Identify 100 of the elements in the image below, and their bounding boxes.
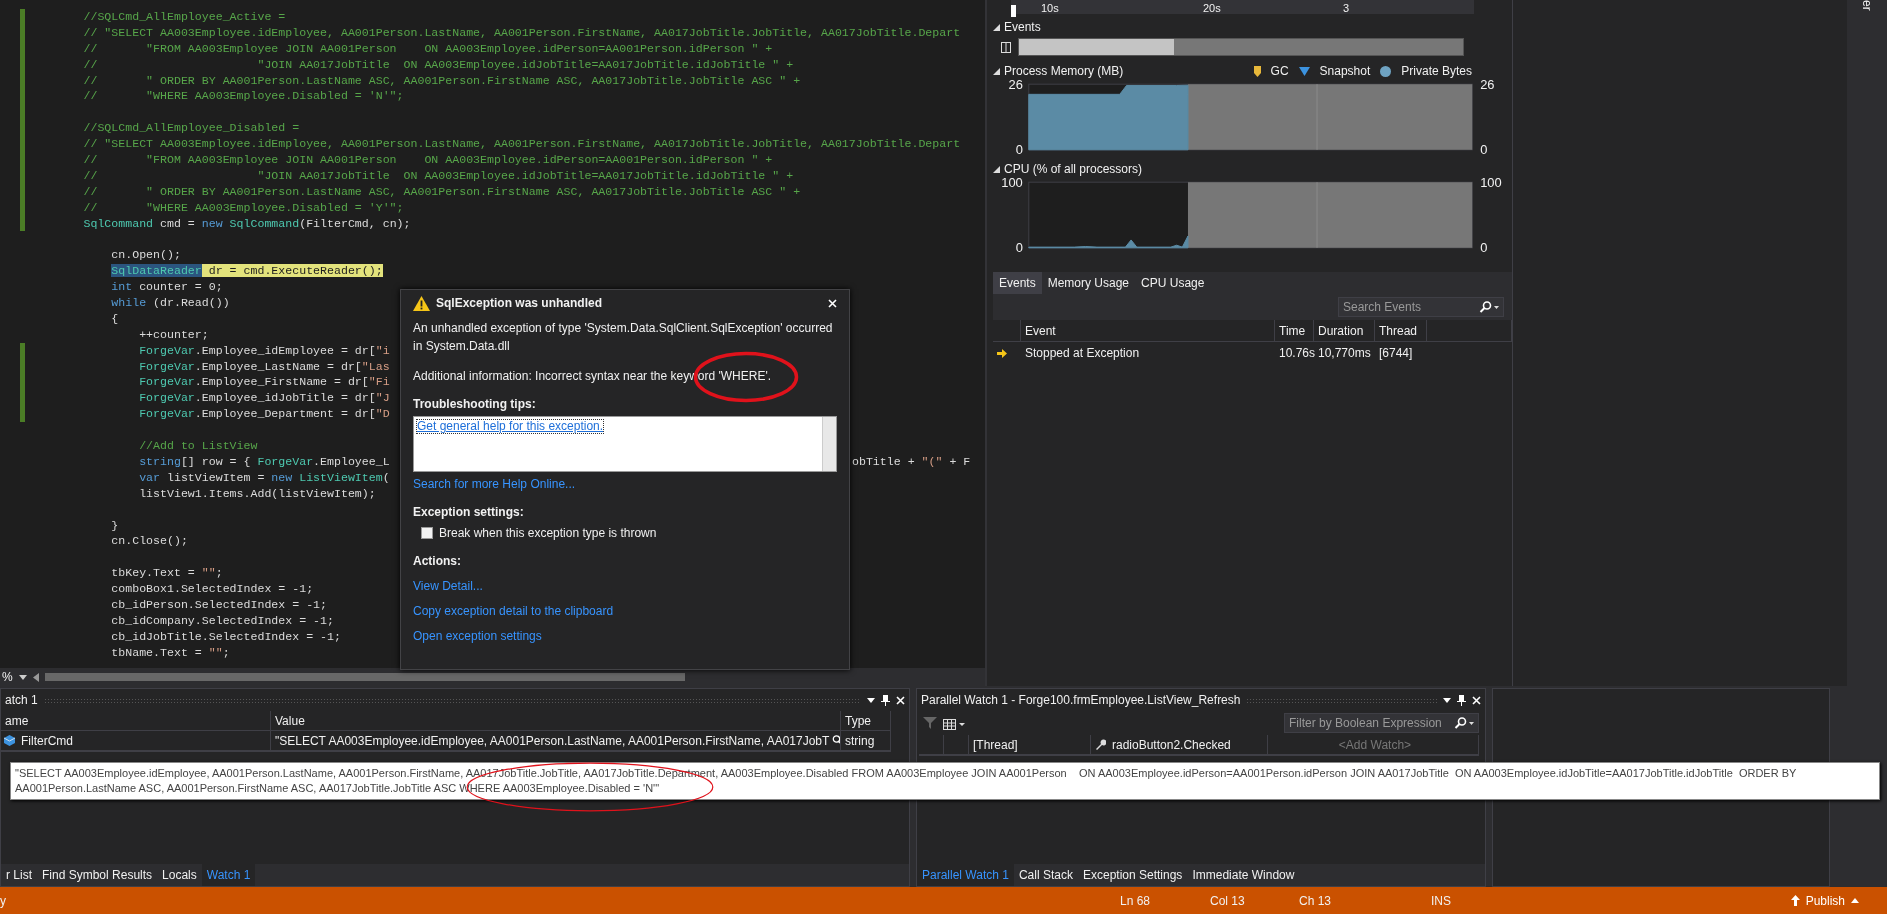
code-line: // "SELECT AA003Employee.idEmployee, AA001Person.LastName, AA001Person.FirstName, AA017JobTitle.JobTitle, AA017JobTitle.Depart — [83, 137, 961, 151]
tab[interactable]: Exception Settings — [1077, 864, 1188, 886]
code-line: // "WHERE AA003Employee.Disabled = 'Y'"; — [83, 200, 404, 214]
table-cell-text: [6744] — [1378, 345, 1414, 362]
scroll-left-icon[interactable] — [32, 672, 39, 682]
search-field[interactable]: Search Events — [1338, 297, 1504, 317]
tab[interactable]: CPU Usage — [1135, 272, 1211, 294]
empty-cell — [993, 320, 1021, 342]
search-icon[interactable] — [1454, 717, 1474, 729]
column-header[interactable]: Value — [271, 711, 841, 731]
publish-button[interactable]: Publish — [1790, 891, 1859, 910]
status-text: Ch 13 — [1299, 892, 1333, 910]
tab[interactable]: r List — [1, 864, 37, 886]
collapse-icon[interactable] — [993, 165, 1000, 173]
filter-field[interactable]: Filter by Boolean Expression — [1284, 713, 1479, 733]
column-header[interactable]: Event — [1021, 320, 1275, 342]
filter-icon[interactable] — [923, 717, 937, 729]
code-line: string[] row = { ForgeVar.Employee_L — [139, 454, 390, 468]
close-icon[interactable] — [896, 695, 905, 705]
ruler-label: 20s — [1203, 1, 1222, 16]
code-line: var listViewItem = new ListViewItem( — [139, 470, 390, 484]
column-header[interactable]: Type — [841, 711, 891, 731]
dropdown-icon[interactable] — [867, 697, 875, 703]
tab[interactable]: Memory Usage — [1041, 272, 1136, 294]
action-link[interactable]: View Detail... — [413, 577, 483, 595]
cube-icon — [4, 735, 15, 746]
pin-icon[interactable] — [881, 694, 890, 706]
column-header[interactable]: Time — [1275, 320, 1314, 342]
code-line: // "WHERE AA003Employee.Disabled = 'N'"; — [83, 89, 404, 103]
table-cell-text: 10.76s — [1278, 345, 1314, 362]
help-online-link[interactable]: Search for more Help Online... — [413, 475, 576, 493]
variable-name: FilterCmd — [21, 732, 73, 750]
column-header[interactable]: [Thread] — [969, 735, 1091, 755]
checkbox[interactable] — [421, 527, 433, 539]
code-line: cb_idJobTitle.SelectedIndex = -1; — [111, 629, 341, 643]
column-header[interactable]: Thread — [1375, 320, 1427, 342]
code-line: ForgeVar.Employee_idJobTitle = dr["J — [139, 391, 390, 405]
code-line: //SQLCmd_AllEmployee_Disabled = — [83, 121, 300, 135]
scrollbar[interactable] — [822, 417, 836, 471]
column-header[interactable]: ame — [1, 711, 271, 731]
table-cell-text: Stopped at Exception — [1024, 345, 1141, 362]
axis-label: 0 — [1015, 142, 1023, 156]
ruler-label: 3 — [1343, 1, 1351, 16]
column-header[interactable]: radioButton2.Checked — [1112, 735, 1231, 754]
tab[interactable]: Parallel Watch 1 — [917, 864, 1014, 886]
ruler-handle[interactable] — [1011, 4, 1016, 17]
code-line: int counter = 0; — [111, 280, 223, 294]
section-heading: Actions: — [413, 553, 462, 570]
section-title: Process Memory (MB) — [1004, 63, 1124, 80]
code-line: //Add to ListView — [139, 439, 258, 453]
pause-icon[interactable] — [1001, 41, 1011, 53]
code-line: ForgeVar.Employee_LastName = dr["Las — [139, 359, 390, 373]
status-text: Col 13 — [1210, 892, 1246, 910]
variable-value: "SELECT AA003Employee.idEmployee, AA001Person.LastName, AA001Person.FirstName, AA017JobT — [275, 732, 830, 750]
panel-title: Parallel Watch 1 - Forge100.frmEmployee.ListView_Refresh — [921, 692, 1241, 709]
axis-label: 0 — [1015, 240, 1023, 254]
zoom-level[interactable]: % — [2, 668, 13, 686]
section-heading: Troubleshooting tips: — [413, 396, 537, 413]
tab[interactable]: Call Stack — [1013, 864, 1078, 886]
status-message: y — [0, 892, 7, 910]
tab[interactable]: Watch 1 — [201, 864, 256, 886]
table-icon[interactable] — [943, 716, 965, 730]
status-text: Ln 68 — [1120, 892, 1152, 910]
caret-icon[interactable] — [18, 674, 27, 680]
scrollbar[interactable] — [44, 673, 685, 681]
code-line: // "SELECT AA003Employee.idEmployee, AA001Person.LastName, AA001Person.FirstName, AA017JobTitle.JobTitle, AA017JobTitle.Depart — [83, 25, 961, 39]
code-line: cn.Close(); — [111, 534, 188, 548]
tab[interactable]: Immediate Window — [1187, 864, 1300, 886]
close-icon[interactable] — [828, 298, 837, 308]
help-link[interactable]: Get general help for this exception. — [416, 419, 605, 434]
side-tab[interactable]: er — [1858, 0, 1876, 20]
code-line: listView1.Items.Add(listViewItem); — [139, 486, 376, 500]
collapse-icon[interactable] — [993, 67, 1000, 75]
code-line: cb_idCompany.SelectedIndex = -1; — [111, 613, 334, 627]
code-line: ForgeVar.Employee_idEmployee = dr["i — [139, 343, 390, 357]
table-cell-text: 10,770ms — [1317, 345, 1372, 362]
pin-icon[interactable] — [1457, 694, 1466, 706]
tab[interactable]: Find Symbol Results — [37, 864, 158, 886]
column-header[interactable]: Duration — [1314, 320, 1375, 342]
action-link[interactable]: Copy exception detail to the clipboard — [413, 602, 614, 620]
axis-label: 26 — [1480, 78, 1495, 92]
code-line: //SQLCmd_AllEmployee_Active = — [83, 10, 286, 23]
tab[interactable]: Locals — [157, 864, 202, 886]
code-line: ForgeVar.Employee_Department = dr["D — [139, 407, 390, 421]
variable-type: string — [841, 731, 891, 751]
search-icon[interactable] — [1479, 301, 1499, 313]
section-heading: Exception settings: — [413, 504, 525, 521]
timeline-ruler[interactable]: 10s 20s 3 — [1011, 0, 1474, 14]
code-line: // "JOIN AA017JobTitle ON AA003Employee.idJobTitle=AA017JobTitle.idJobTitle " + — [83, 168, 794, 182]
code-line: while (dr.Read()) — [111, 296, 230, 310]
code-line: SqlDataReader dr = cmd.ExecuteReader(); — [111, 264, 383, 278]
action-link[interactable]: Open exception settings — [413, 627, 542, 645]
tab[interactable]: Events — [993, 272, 1042, 294]
collapse-icon[interactable] — [993, 23, 1000, 31]
axis-label: 100 — [1001, 176, 1023, 190]
axis-label: 26 — [1008, 78, 1023, 92]
dropdown-icon[interactable] — [1443, 697, 1451, 703]
code-line: cb_idPerson.SelectedIndex = -1; — [111, 597, 327, 611]
code-line: // "JOIN AA017JobTitle ON AA003Employee.idJobTitle=AA017JobTitle.idJobTitle " + — [83, 57, 794, 71]
close-icon[interactable] — [1472, 695, 1481, 705]
